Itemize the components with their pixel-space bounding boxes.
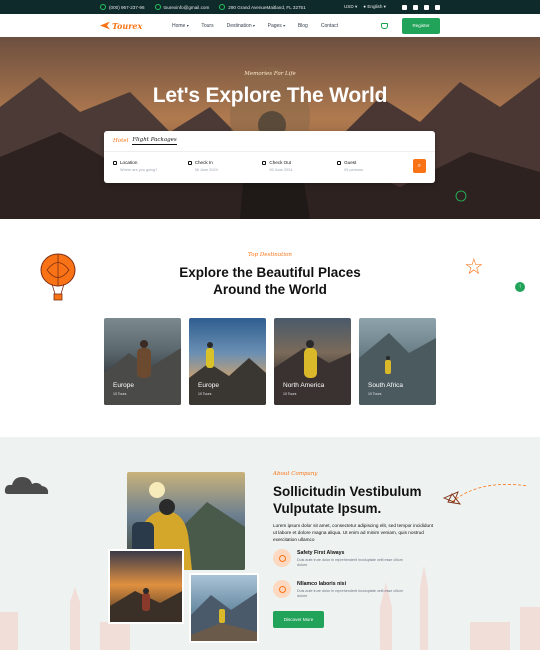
destination-card[interactable]: South Africa 10 Tours: [359, 318, 436, 405]
check-out-field[interactable]: Check Out 06 June 2024: [262, 160, 337, 172]
card-meta: 10 Tours: [368, 392, 382, 396]
location-icon: [219, 4, 226, 10]
email-info[interactable]: tourexinfo@gmail.com: [154, 4, 209, 10]
about-text: Lorem ipsum dolor sit amet, consectetur …: [273, 523, 433, 542]
about-subtitle: About Company: [273, 471, 318, 477]
currency-select[interactable]: USD ▾: [344, 4, 357, 10]
nav-home[interactable]: Home ▾: [172, 23, 188, 29]
nav-tours[interactable]: Tours: [201, 23, 213, 29]
destinations-title: Explore the Beautiful Places Around the …: [179, 265, 361, 297]
twitter-icon[interactable]: [413, 4, 418, 10]
chevron-down-icon: ▾: [252, 23, 255, 28]
destination-card[interactable]: Europe 10 Tours: [104, 318, 181, 405]
search-button[interactable]: ⌕: [412, 159, 426, 173]
nav-blog[interactable]: Blog: [298, 23, 308, 29]
about-title: Sollicitudin Vestibulum Vulputate Ipsum.: [273, 484, 422, 516]
nav-contact[interactable]: Contact: [321, 23, 338, 29]
check-in-field[interactable]: Check In 06 June 2024: [187, 160, 263, 172]
feature-item: Nllamco laboris nisi Duis aute irure dolo…: [273, 580, 407, 599]
chevron-down-icon: ▾: [186, 23, 189, 28]
scroll-top-button[interactable]: ↑: [515, 282, 525, 292]
user-icon: [337, 160, 342, 165]
facebook-icon[interactable]: [402, 4, 407, 10]
card-title: North America: [283, 382, 325, 389]
main-nav: Tourex Home ▾ Tours Destination ▾ Pages ▾ B…: [0, 14, 540, 37]
feature-item: Safety First Always Duis aute irure dolor…: [273, 549, 407, 568]
map-pin-icon: [113, 160, 117, 165]
airplane-icon: [442, 484, 529, 505]
address-info: 290 Grand AvenueMaitland, FL 32751: [219, 4, 306, 10]
card-title: Europe: [198, 382, 219, 389]
guest-field[interactable]: Guest 03 persons: [337, 160, 412, 172]
nav-pages[interactable]: Pages ▾: [268, 23, 285, 29]
discover-more-button[interactable]: Discover More: [273, 611, 324, 628]
about-image-mountains: [189, 573, 259, 643]
linkedin-icon[interactable]: [435, 4, 440, 10]
laboris-icon: [273, 580, 291, 598]
about-image-sunset: [108, 549, 184, 624]
phone-icon: [100, 4, 106, 10]
register-button[interactable]: Register: [402, 17, 440, 34]
cart-icon[interactable]: [381, 22, 388, 29]
card-title: South Africa: [368, 382, 404, 389]
tab-hotel[interactable]: Hotel: [113, 138, 128, 144]
destination-card[interactable]: North America 10 Tours: [274, 318, 351, 405]
landmarks-illustration: [0, 565, 540, 650]
cloud-icon: [4, 477, 49, 494]
about-section: [0, 437, 540, 650]
card-title: Europe: [113, 382, 134, 389]
search-panel: Hotel Flight Packages Location Where are…: [104, 131, 435, 183]
card-meta: 10 Tours: [198, 392, 212, 396]
hero-title: Let's Explore The World: [152, 84, 388, 107]
hero-subtitle: Memories For Life: [244, 71, 296, 77]
safety-icon: [273, 549, 291, 567]
hero-mountains-image: [0, 37, 540, 219]
chevron-down-icon: ▾: [282, 23, 285, 28]
hero-banner: Memories For Life Let's Explore The Worl…: [0, 37, 540, 219]
tab-flight-packages[interactable]: Flight Packages: [132, 137, 177, 145]
calendar-icon: [187, 160, 192, 165]
destinations-subtitle: Top Destination: [248, 252, 292, 258]
pinterest-icon[interactable]: [424, 4, 429, 10]
logo[interactable]: Tourex: [100, 21, 170, 31]
card-meta: 10 Tours: [283, 392, 297, 396]
location-field[interactable]: Location Where are you going?: [113, 160, 188, 172]
destination-card[interactable]: Europe 10 Tours: [189, 318, 266, 405]
phone-info[interactable]: (000) 967-237-96: [100, 4, 145, 10]
search-icon: ⌕: [417, 162, 422, 169]
logo-icon: [100, 21, 110, 30]
language-select[interactable]: ● English ▾: [363, 4, 386, 10]
card-meta: 10 Tours: [113, 392, 127, 396]
destination-cards: Europe 10 Tours Europe 10 Tours North Am…: [104, 318, 436, 405]
top-bar: (000) 967-237-96 tourexinfo@gmail.com 29…: [0, 0, 540, 14]
nav-destination[interactable]: Destination ▾: [227, 23, 255, 29]
email-icon: [154, 4, 161, 10]
calendar-icon: [262, 160, 267, 165]
